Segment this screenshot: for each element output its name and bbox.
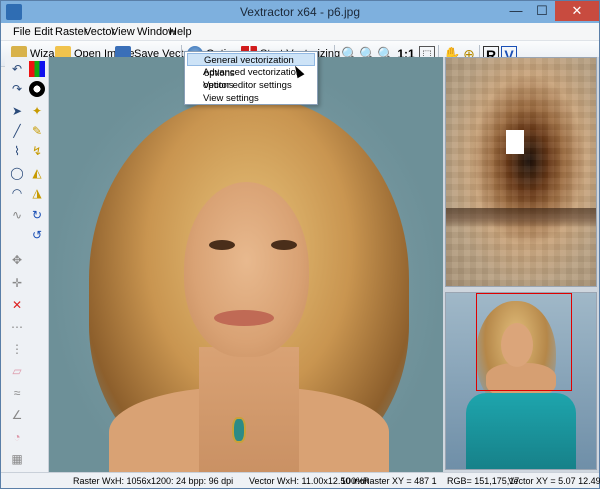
mirror-icon[interactable]: ◮ xyxy=(29,185,45,201)
title-bar[interactable]: Vextractor x64 - p6.jpg — ☐ ✕ xyxy=(1,1,599,23)
magnifier-view[interactable] xyxy=(445,57,597,287)
navigator-thumbnail[interactable] xyxy=(445,292,597,470)
redo-icon[interactable]: ↷ xyxy=(9,81,25,97)
photo-pendant xyxy=(232,417,246,443)
join-tool-icon[interactable]: ⋯ xyxy=(9,319,25,335)
delete-icon[interactable]: ✕ xyxy=(9,297,25,313)
minimize-button[interactable]: — xyxy=(503,1,529,21)
rotate-minus-90-icon[interactable]: ↺ xyxy=(29,227,45,243)
menu-raster[interactable]: Raster xyxy=(55,26,87,38)
menu-help[interactable]: Help xyxy=(169,26,192,38)
eye-highlight xyxy=(506,130,524,154)
menu-view[interactable]: View xyxy=(111,26,135,38)
contrast-icon[interactable] xyxy=(29,81,45,97)
photo-left-eye xyxy=(209,240,235,250)
brush-icon[interactable]: ✎ xyxy=(29,123,45,139)
pointer-icon[interactable]: ➤ xyxy=(9,103,25,119)
undo-icon[interactable]: ↶ xyxy=(9,61,25,77)
menu-item-vector-editor-settings[interactable]: Vector editor settings xyxy=(187,79,315,92)
curve-tool-icon[interactable]: ∿ xyxy=(9,207,25,223)
fill-tool-icon[interactable]: ◔ xyxy=(9,429,25,445)
palette-icon[interactable] xyxy=(29,61,45,77)
status-zoom: 100% xyxy=(341,476,365,486)
split-tool-icon[interactable]: ⋮ xyxy=(9,341,25,357)
image-canvas[interactable] xyxy=(49,57,443,472)
magnified-pixels xyxy=(446,58,596,286)
options-dropdown-menu: General vectorization options Advanced v… xyxy=(184,51,318,105)
menu-edit[interactable]: Edit xyxy=(34,26,53,38)
node-tool-icon[interactable]: ✥ xyxy=(9,252,25,268)
menu-item-view-settings[interactable]: View settings xyxy=(187,92,315,105)
app-window: Vextractor x64 - p6.jpg — ☐ ✕ File Edit … xyxy=(0,0,600,489)
photo-neck xyxy=(199,347,299,472)
menu-bar: File Edit Raster Vector View Window Help xyxy=(1,23,599,41)
line-tool-icon[interactable]: ╱ xyxy=(9,123,25,139)
status-bar: Raster WxH: 1056x1200: 24 bpp: 96 dpi Ve… xyxy=(1,472,600,488)
left-toolbox: ↶ ↷ ➤ ✦ ╱ ✎ ⌇ ↯ ◯ ◭ ◠ ◮ ↻ ∿ ↺ ✥ ✛ ✕ ⋯ ⋮ … xyxy=(5,57,49,472)
photo-right-eye xyxy=(271,240,297,250)
move-tool-icon[interactable]: ✛ xyxy=(9,275,25,291)
maximize-button[interactable]: ☐ xyxy=(529,1,555,21)
magic-wand-icon[interactable]: ✦ xyxy=(29,103,45,119)
status-raster-xy: Raster XY = 487 1 xyxy=(363,476,437,486)
status-vector-xy: Vector XY = 5.07 12.49 inch xyxy=(508,476,600,486)
magnified-eyelash xyxy=(446,208,596,228)
smooth-tool-icon[interactable]: ≈ xyxy=(9,385,25,401)
photo-face xyxy=(184,182,309,357)
circle-tool-icon[interactable]: ◯ xyxy=(9,165,25,181)
eraser-icon[interactable]: ▱ xyxy=(9,363,25,379)
status-raster-size: Raster WxH: 1056x1200: 24 bpp: 96 dpi xyxy=(73,476,234,486)
path-tool-icon[interactable]: ↯ xyxy=(29,143,45,159)
grid-icon[interactable]: ▦ xyxy=(9,451,25,467)
arc-tool-icon[interactable]: ◠ xyxy=(9,185,25,201)
menu-file[interactable]: File xyxy=(13,26,31,38)
close-button[interactable]: ✕ xyxy=(555,1,599,21)
angle-tool-icon[interactable]: ∠ xyxy=(9,407,25,423)
photo-lips xyxy=(214,310,274,326)
right-panel xyxy=(443,57,599,472)
polyline-tool-icon[interactable]: ⌇ xyxy=(9,143,25,159)
rotate-90-icon[interactable]: ↻ xyxy=(29,207,45,223)
viewport-frame[interactable] xyxy=(476,293,572,391)
flip-icon[interactable]: ◭ xyxy=(29,165,45,181)
thumbnail-top xyxy=(466,393,576,469)
